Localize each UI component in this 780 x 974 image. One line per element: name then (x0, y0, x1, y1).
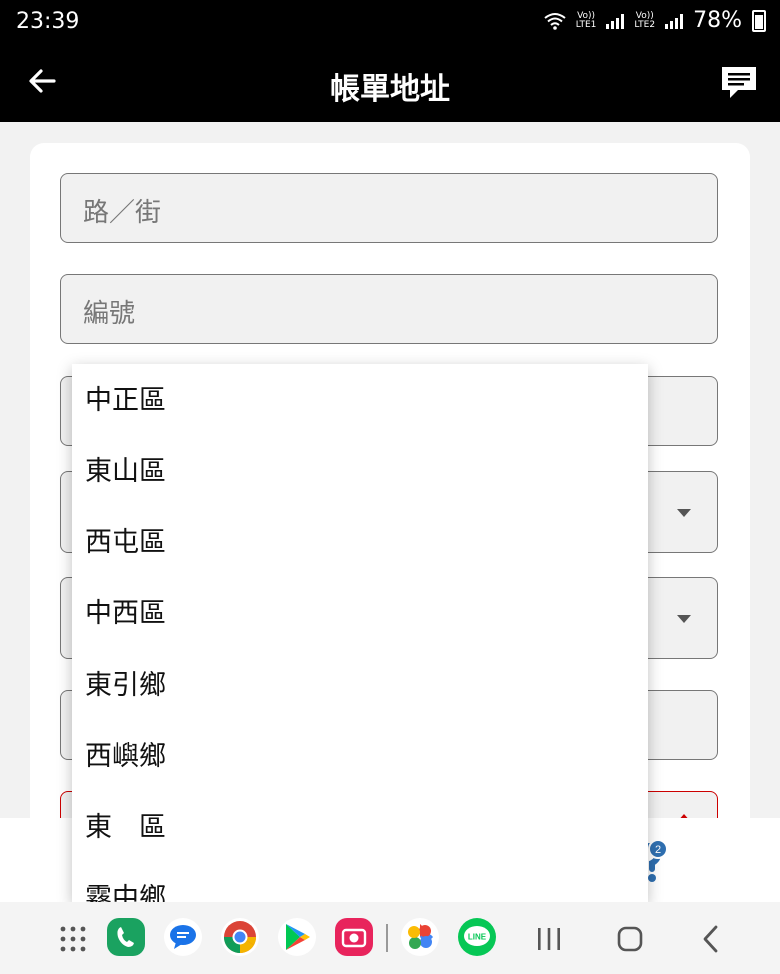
home-icon[interactable] (613, 922, 647, 956)
dropdown-option[interactable]: 東山區 (72, 437, 648, 507)
status-time: 23:39 (16, 9, 80, 34)
volte-lte1-indicator: Vo)) LTE1 (575, 10, 597, 30)
dropdown-option[interactable]: 東 區 (72, 793, 648, 863)
wifi-icon (544, 12, 566, 30)
app-bar: 帳單地址 (0, 44, 780, 122)
recents-icon[interactable] (532, 922, 566, 956)
dropdown-option[interactable]: 霧中鄉 (72, 864, 648, 902)
volte-lte2-indicator: Vo)) LTE2 (634, 10, 656, 30)
district-dropdown-menu: 中正區 東山區 西屯區 中西區 東引鄉 西嶼鄉 東 區 霧中鄉 (72, 364, 648, 902)
chat-icon[interactable] (720, 64, 758, 100)
dock-divider (386, 924, 388, 952)
dropdown-caret-icon (677, 615, 691, 623)
signal-1-icon (606, 13, 625, 29)
street-placeholder: 路／街 (83, 198, 162, 228)
camera-icon[interactable] (335, 918, 373, 956)
photos-icon[interactable] (401, 918, 439, 956)
street-input[interactable]: 路／街 (60, 173, 718, 243)
dropdown-option[interactable]: 中正區 (72, 366, 648, 436)
dropdown-option[interactable]: 東引鄉 (72, 651, 648, 721)
play-store-icon[interactable] (278, 918, 316, 956)
dropdown-option[interactable]: 西屯區 (72, 508, 648, 578)
messages-icon[interactable] (164, 918, 202, 956)
page-title: 帳單地址 (330, 72, 450, 107)
phone-icon[interactable] (107, 918, 145, 956)
svg-text:LINE: LINE (468, 933, 487, 942)
dropdown-caret-icon (677, 509, 691, 517)
back-icon[interactable] (694, 922, 728, 956)
dropdown-option[interactable]: 西嶼鄉 (72, 722, 648, 792)
chrome-icon[interactable] (221, 918, 259, 956)
line-icon[interactable]: LINE (458, 918, 496, 956)
battery-percent: 78% (693, 8, 742, 33)
apps-grid-icon[interactable] (60, 926, 86, 952)
navigation-bar: LINE (0, 902, 780, 974)
dropdown-option[interactable]: 中西區 (72, 579, 648, 649)
number-placeholder: 編號 (83, 299, 136, 329)
help-badge-count: 2 (655, 844, 661, 856)
number-input[interactable]: 編號 (60, 274, 718, 344)
status-icons: Vo)) LTE1 Vo)) LTE2 78% (544, 8, 766, 33)
battery-icon (752, 9, 766, 32)
signal-2-icon (665, 13, 684, 29)
status-bar: 23:39 Vo)) LTE1 Vo)) LTE2 78% (0, 0, 780, 44)
